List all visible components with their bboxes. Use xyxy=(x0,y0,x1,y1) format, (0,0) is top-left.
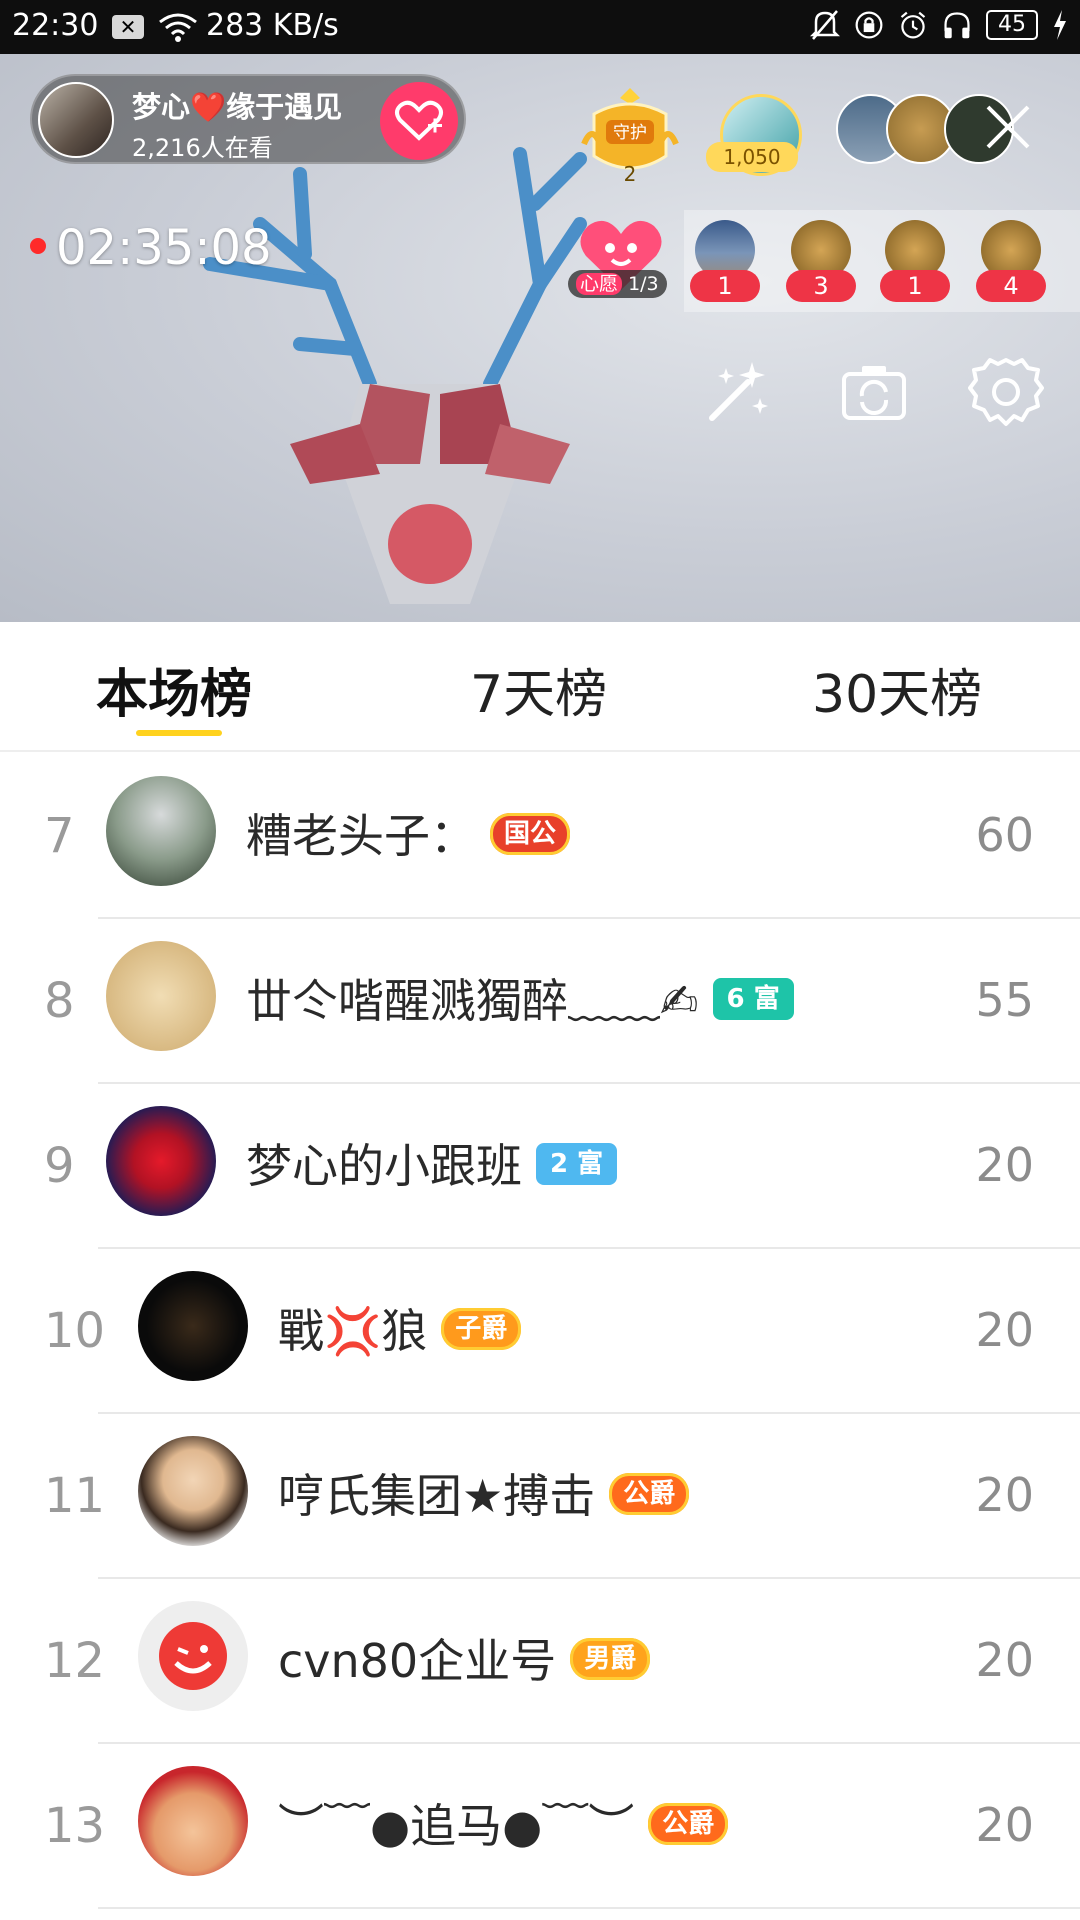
list-item[interactable]: 13 ︶﹋●追马●﹋︶ 公爵 20 xyxy=(0,1744,1080,1909)
list-item[interactable]: 7 糟老头子： 国公 60 xyxy=(0,754,1080,919)
rank-badge: 公爵 xyxy=(609,1472,690,1515)
lock-rotation-icon xyxy=(855,11,883,39)
wink-face-icon xyxy=(159,1622,227,1690)
rank-number: 13 xyxy=(44,1798,106,1854)
viewer-count: 2,216人在看 xyxy=(132,134,273,162)
tab-this-session[interactable]: 本场榜 xyxy=(96,652,252,727)
headphones-icon xyxy=(944,12,970,39)
username: cvn80企业号 男爵 xyxy=(278,1625,651,1691)
list-item[interactable]: 8 丗仒喈醒溅獨醉﹏﹏✍ 6 富 55 xyxy=(0,919,1080,1084)
avatar[interactable] xyxy=(106,776,216,886)
username-text: 哼氏集团★搏击 xyxy=(278,1469,596,1523)
score: 20 xyxy=(975,1468,1034,1522)
record-dot-icon xyxy=(30,238,46,254)
settings-gear-icon[interactable] xyxy=(968,354,1044,430)
guard-label: 守护 xyxy=(613,123,647,143)
network-speed: 283 KB/s xyxy=(206,8,339,43)
mute-bell-icon xyxy=(810,10,840,40)
live-video[interactable]: 梦心❤️缘于遇见 2,216人在看 守护 2 1,050 02:35:08 心愿… xyxy=(0,54,1080,622)
score: 20 xyxy=(975,1138,1034,1192)
alarm-icon xyxy=(900,11,926,39)
wish-count: 1/3 xyxy=(628,273,659,295)
username: 丗仒喈醒溅獨醉﹏﹏✍ 6 富 xyxy=(246,965,794,1031)
divider xyxy=(98,1907,1080,1909)
gift-sender[interactable]: 1 xyxy=(880,220,950,302)
tab-7-days[interactable]: 7天榜 xyxy=(470,652,607,727)
rank-badge: 6 富 xyxy=(712,977,794,1020)
username-text: 糟老头子： xyxy=(246,809,476,863)
wish-progress[interactable]: 心愿 1/3 xyxy=(568,270,667,298)
heart-plus-icon xyxy=(395,100,443,141)
avatar[interactable] xyxy=(138,1766,248,1876)
username: 哼氏集团★搏击 公爵 xyxy=(278,1460,690,1526)
list-item[interactable]: 10 戰💢狼 子爵 20 xyxy=(0,1249,1080,1414)
gift-ranking-strip[interactable]: 1 3 1 4 xyxy=(684,210,1080,312)
gift-sender[interactable]: 1 xyxy=(690,220,760,302)
gift-count: 1 xyxy=(690,270,760,302)
gift-sender[interactable]: 4 xyxy=(976,220,1046,302)
wifi-icon xyxy=(159,13,197,42)
gift-count: 3 xyxy=(786,270,856,302)
rank-badge: 子爵 xyxy=(441,1307,522,1350)
avatar[interactable] xyxy=(106,941,216,1051)
ranking-tabs: 本场榜 7天榜 30天榜 xyxy=(0,622,1080,752)
gift-sender[interactable]: 3 xyxy=(786,220,856,302)
username: 糟老头子： 国公 xyxy=(246,800,571,866)
rank-number: 7 xyxy=(44,808,75,864)
username-text: 梦心的小跟班 xyxy=(246,1139,522,1193)
username: ︶﹋●追马●﹋︶ 公爵 xyxy=(278,1790,729,1856)
active-tab-indicator xyxy=(136,730,222,736)
flip-camera-icon[interactable] xyxy=(836,354,912,430)
username: 戰💢狼 子爵 xyxy=(278,1295,522,1361)
follow-button[interactable] xyxy=(380,82,458,160)
magic-wand-icon[interactable] xyxy=(700,354,776,430)
avatar[interactable] xyxy=(138,1436,248,1546)
score: 20 xyxy=(975,1303,1034,1357)
username-text: 戰💢狼 xyxy=(278,1304,428,1358)
rank-number: 8 xyxy=(44,973,75,1029)
username-text: cvn80企业号 xyxy=(278,1634,557,1688)
gift-count: 1 xyxy=(880,270,950,302)
username-text: ︶﹋●追马●﹋︶ xyxy=(278,1799,635,1853)
username: 梦心的小跟班 2 富 xyxy=(246,1130,618,1196)
score: 55 xyxy=(975,973,1034,1027)
gift-count: 4 xyxy=(976,270,1046,302)
top-fan-score: 1,050 xyxy=(706,142,798,172)
rank-number: 12 xyxy=(44,1633,106,1689)
avatar[interactable] xyxy=(106,1106,216,1216)
status-bar: 22:30 ✕ 283 KB/s 45 xyxy=(0,0,1080,54)
score: 20 xyxy=(975,1798,1034,1852)
tab-30-days[interactable]: 30天榜 xyxy=(812,652,982,727)
wish-label: 心愿 xyxy=(576,273,623,295)
rank-badge: 男爵 xyxy=(570,1637,651,1680)
rank-badge: 2 富 xyxy=(536,1142,618,1185)
battery-icon: 45 xyxy=(986,10,1038,40)
status-time: 22:30 xyxy=(12,8,99,43)
avatar[interactable] xyxy=(138,1601,248,1711)
host-info[interactable]: 梦心❤️缘于遇见 2,216人在看 xyxy=(30,74,466,164)
rank-number: 9 xyxy=(44,1138,75,1194)
list-item[interactable]: 11 哼氏集团★搏击 公爵 20 xyxy=(0,1414,1080,1579)
score: 60 xyxy=(975,808,1034,862)
close-icon[interactable] xyxy=(980,99,1036,155)
timer-text: 02:35:08 xyxy=(56,220,272,276)
list-item[interactable]: 9 梦心的小跟班 2 富 20 xyxy=(0,1084,1080,1249)
rank-number: 11 xyxy=(44,1468,106,1524)
avatar[interactable] xyxy=(138,1271,248,1381)
host-avatar[interactable] xyxy=(38,82,114,158)
score: 20 xyxy=(975,1633,1034,1687)
username-text: 丗仒喈醒溅獨醉﹏﹏✍ xyxy=(246,974,699,1028)
charging-bolt-icon xyxy=(1054,10,1066,40)
rank-badge: 国公 xyxy=(490,812,571,855)
close-box-icon: ✕ xyxy=(112,15,144,39)
rank-number: 10 xyxy=(44,1303,106,1359)
host-name: 梦心❤️缘于遇见 xyxy=(132,90,343,124)
live-timer: 02:35:08 xyxy=(30,220,272,276)
ranking-list: 7 糟老头子： 国公 60 8 丗仒喈醒溅獨醉﹏﹏✍ 6 富 55 9 梦心的小跟班… xyxy=(0,754,1080,1909)
rank-badge: 公爵 xyxy=(648,1802,729,1845)
list-item[interactable]: 12 cvn80企业号 男爵 20 xyxy=(0,1579,1080,1744)
guard-count: 2 xyxy=(623,162,637,186)
